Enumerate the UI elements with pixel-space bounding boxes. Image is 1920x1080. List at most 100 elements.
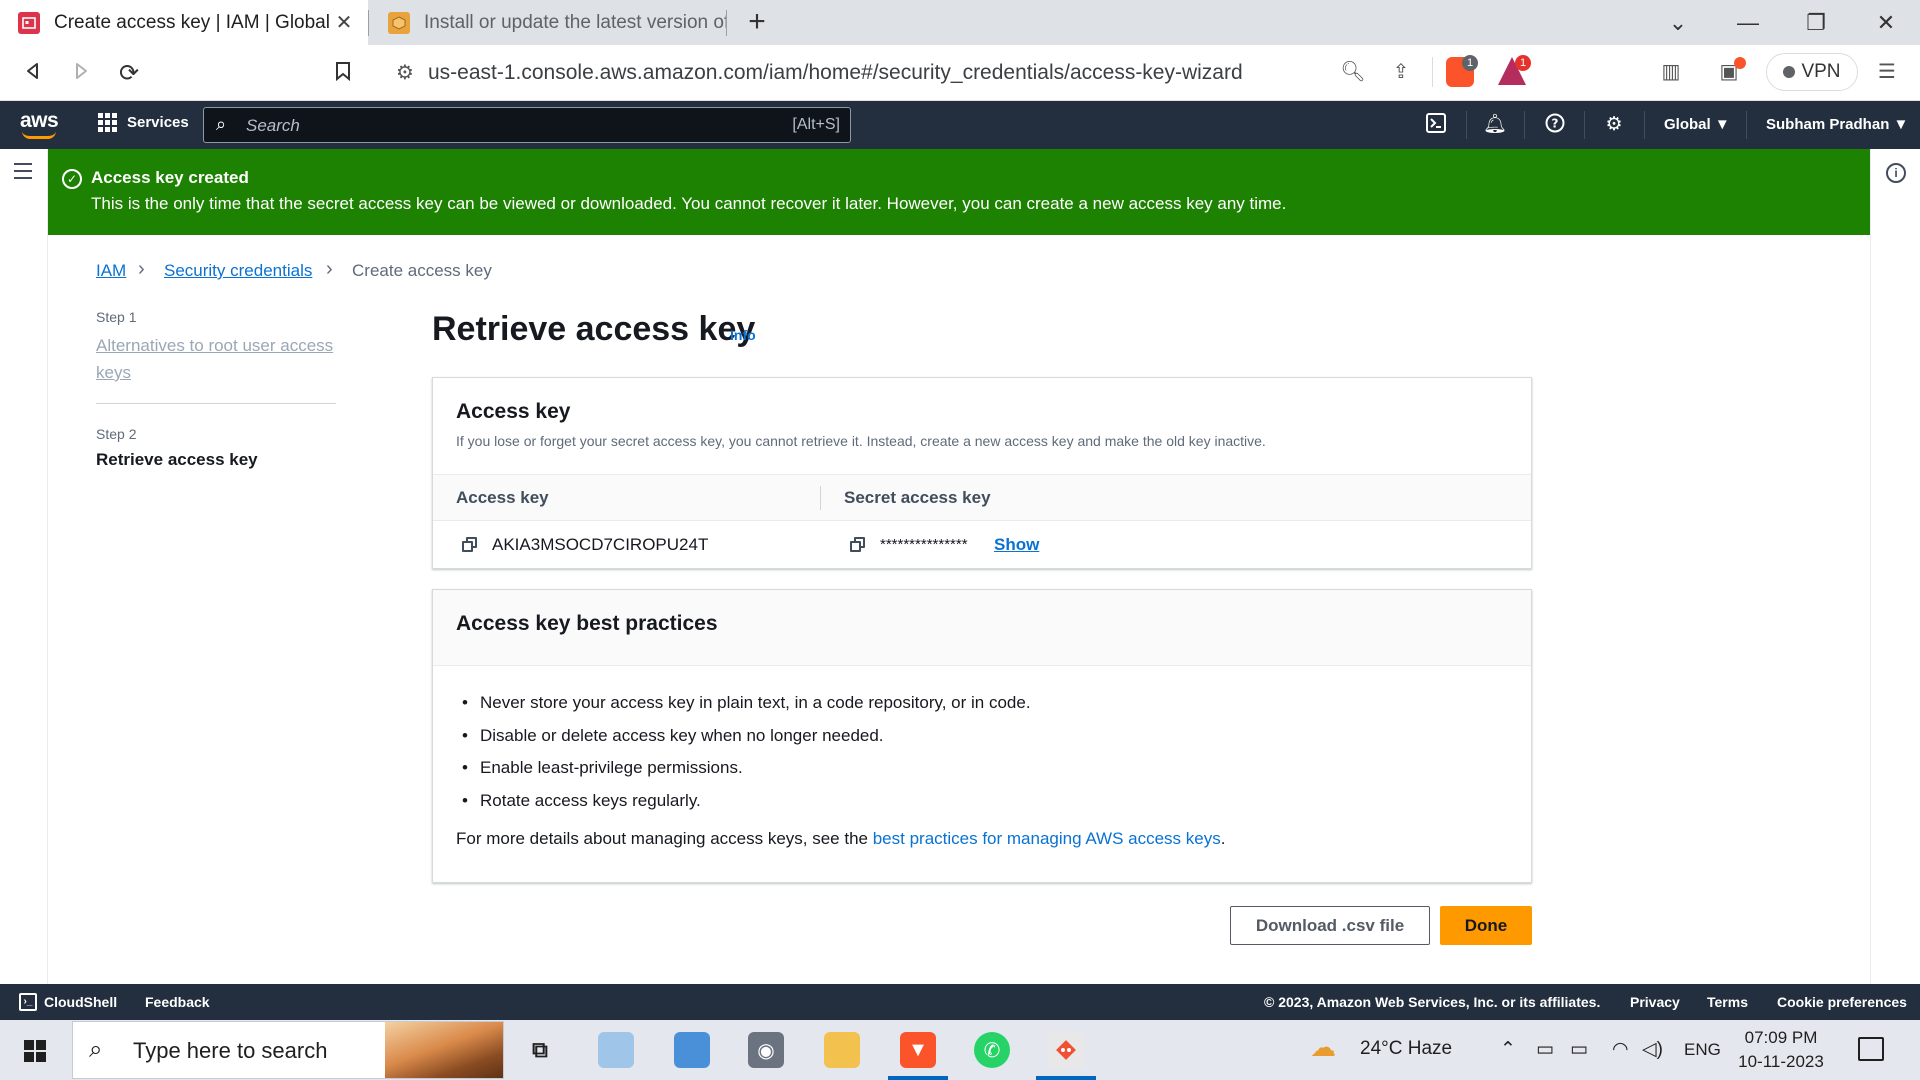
weather-icon[interactable]: ☁ — [1310, 1032, 1336, 1063]
tab-divider — [368, 10, 369, 36]
success-check-icon: ✓ — [62, 169, 82, 189]
taskbar-search-placeholder: Type here to search — [133, 1038, 328, 1063]
terms-link[interactable]: Terms — [1707, 994, 1748, 1010]
active-app-indicator — [1036, 1076, 1096, 1080]
account-menu[interactable]: Subham Pradhan ▼ — [1766, 116, 1908, 133]
close-window-icon[interactable]: ✕ — [1866, 6, 1906, 40]
search-icon: ⌕ — [89, 1036, 103, 1063]
list-item: Never store your access key in plain tex… — [456, 693, 1031, 726]
brave-browser-icon[interactable]: ▼ — [900, 1032, 936, 1068]
copy-secret-key-icon[interactable] — [850, 537, 866, 553]
wifi-icon[interactable]: ◠ — [1612, 1038, 1629, 1061]
volume-icon[interactable]: ◁) — [1642, 1038, 1663, 1061]
chevron-right-icon: › — [326, 258, 333, 280]
notification-center-icon[interactable] — [1858, 1037, 1884, 1061]
info-link[interactable]: Info — [730, 327, 756, 343]
windows-taskbar: ⌕ Type here to search ⧉ ◉ ▼ ✆ ☁ 24°C Haz… — [0, 1020, 1920, 1080]
back-icon[interactable] — [16, 57, 50, 91]
search-input[interactable]: ⌕ Search [Alt+S] — [203, 107, 851, 143]
left-nav-rail — [0, 149, 48, 984]
cloudshell-icon: ›_ — [19, 993, 37, 1011]
best-practices-card: Access key best practices Never store yo… — [432, 589, 1532, 883]
tab-title: Create access key | IAM | Global — [54, 11, 330, 33]
minimize-icon[interactable]: — — [1728, 6, 1768, 40]
whatsapp-icon[interactable]: ✆ — [974, 1032, 1010, 1068]
taskbar-search-input[interactable]: ⌕ Type here to search — [72, 1021, 504, 1079]
restore-icon[interactable]: ❐ — [1796, 6, 1836, 40]
step-2-label: Step 2 — [96, 426, 137, 442]
taskbar-clock[interactable]: 07:09 PM 10-11-2023 — [1736, 1026, 1826, 1074]
help-icon[interactable]: ? — [1543, 113, 1567, 137]
close-tab-icon[interactable]: ✕ — [332, 10, 356, 35]
url-field[interactable]: ⚙ us-east-1.console.aws.amazon.com/iam/h… — [380, 52, 1540, 94]
chevron-right-icon: › — [138, 258, 145, 280]
browser-tab-strip: Create access key | IAM | Global ✕ Insta… — [0, 0, 1920, 45]
file-explorer-icon[interactable] — [824, 1032, 860, 1068]
nav-divider — [1644, 111, 1645, 139]
nav-divider — [1746, 111, 1747, 139]
cookie-preferences-link[interactable]: Cookie preferences — [1777, 994, 1907, 1010]
chevron-up-icon[interactable]: ⌃ — [1500, 1038, 1516, 1061]
page-title: Retrieve access key — [432, 310, 756, 348]
battery-icon[interactable]: ▭ — [1570, 1038, 1588, 1061]
sidebar-toggle-icon[interactable]: ▥ — [1658, 59, 1684, 85]
camera-app-icon[interactable]: ◉ — [748, 1032, 784, 1068]
url-text: us-east-1.console.aws.amazon.com/iam/hom… — [428, 61, 1243, 84]
feedback-link[interactable]: Feedback — [145, 994, 210, 1010]
weather-text[interactable]: 24°C Haze — [1360, 1038, 1452, 1060]
search-shortcut: [Alt+S] — [792, 116, 840, 133]
download-csv-button[interactable]: Download .csv file — [1230, 906, 1430, 945]
settings-gear-icon[interactable]: ⚙ — [1602, 113, 1626, 137]
grid-icon — [98, 113, 117, 132]
breadcrumb-security-credentials[interactable]: Security credentials — [164, 261, 312, 281]
breadcrumb-current: Create access key — [352, 261, 492, 280]
show-secret-link[interactable]: Show — [994, 535, 1039, 555]
new-tab-plus-icon[interactable]: + — [740, 6, 774, 40]
info-panel-icon[interactable]: i — [1886, 163, 1906, 183]
meet-now-icon[interactable]: ▭ — [1536, 1038, 1554, 1061]
aws-logo[interactable]: aws — [20, 109, 59, 133]
services-menu-button[interactable]: Services — [98, 113, 189, 132]
best-practices-link[interactable]: best practices for managing AWS access k… — [873, 829, 1221, 848]
step-1-link[interactable]: Alternatives to root user access keys — [96, 332, 346, 386]
copy-access-key-icon[interactable] — [462, 537, 478, 553]
notifications-bell-icon[interactable]: 🔔︎ — [1483, 113, 1507, 137]
forward-icon[interactable] — [64, 57, 98, 91]
zoom-icon[interactable]: 🔍︎ — [1340, 59, 1366, 85]
git-app-icon[interactable] — [1048, 1032, 1084, 1068]
user-name: Subham Pradhan — [1766, 116, 1890, 133]
cloudshell-link[interactable]: CloudShell — [44, 994, 117, 1010]
task-view-icon[interactable]: ⧉ — [522, 1032, 558, 1068]
column-secret-access-key: Secret access key — [844, 488, 991, 507]
notepad-app-icon[interactable] — [598, 1032, 634, 1068]
clock-time: 07:09 PM — [1744, 1028, 1818, 1047]
aws-logo-smile — [22, 131, 56, 139]
address-bar: ⟳ ⚙ us-east-1.console.aws.amazon.com/iam… — [0, 45, 1920, 101]
best-practices-list: Never store your access key in plain tex… — [456, 693, 1031, 823]
bookmark-icon[interactable] — [326, 57, 360, 91]
computer-app-icon[interactable] — [674, 1032, 710, 1068]
region-selector[interactable]: Global ▼ — [1664, 116, 1730, 133]
tab-create-access-key[interactable]: Create access key | IAM | Global ✕ — [0, 0, 368, 45]
language-indicator[interactable]: ENG — [1684, 1040, 1721, 1060]
list-item: Enable least-privilege permissions. — [456, 758, 1031, 791]
secret-key-masked: *************** — [880, 536, 968, 553]
right-help-rail: i — [1870, 149, 1920, 984]
tab-search-chevron-icon[interactable]: ⌄ — [1658, 6, 1698, 40]
reload-icon[interactable]: ⟳ — [112, 57, 146, 91]
vpn-button[interactable]: VPN — [1766, 53, 1858, 91]
done-button[interactable]: Done — [1440, 906, 1532, 945]
share-icon[interactable]: ⇪ — [1388, 59, 1414, 85]
breadcrumb-iam[interactable]: IAM — [96, 261, 126, 281]
card-header: Access key best practices — [433, 590, 1531, 666]
tab-install-update[interactable]: Install or update the latest version of … — [370, 0, 726, 45]
browser-menu-icon[interactable]: ☰ — [1874, 59, 1900, 85]
site-settings-icon[interactable]: ⚙ — [392, 60, 418, 86]
windows-start-icon[interactable] — [24, 1040, 46, 1062]
privacy-link[interactable]: Privacy — [1630, 994, 1680, 1010]
hamburger-menu-icon[interactable] — [14, 163, 32, 184]
column-divider — [820, 486, 821, 510]
aws-favicon-icon — [18, 11, 40, 34]
cloudshell-icon[interactable] — [1424, 113, 1448, 137]
svg-text:?: ? — [1552, 117, 1559, 131]
